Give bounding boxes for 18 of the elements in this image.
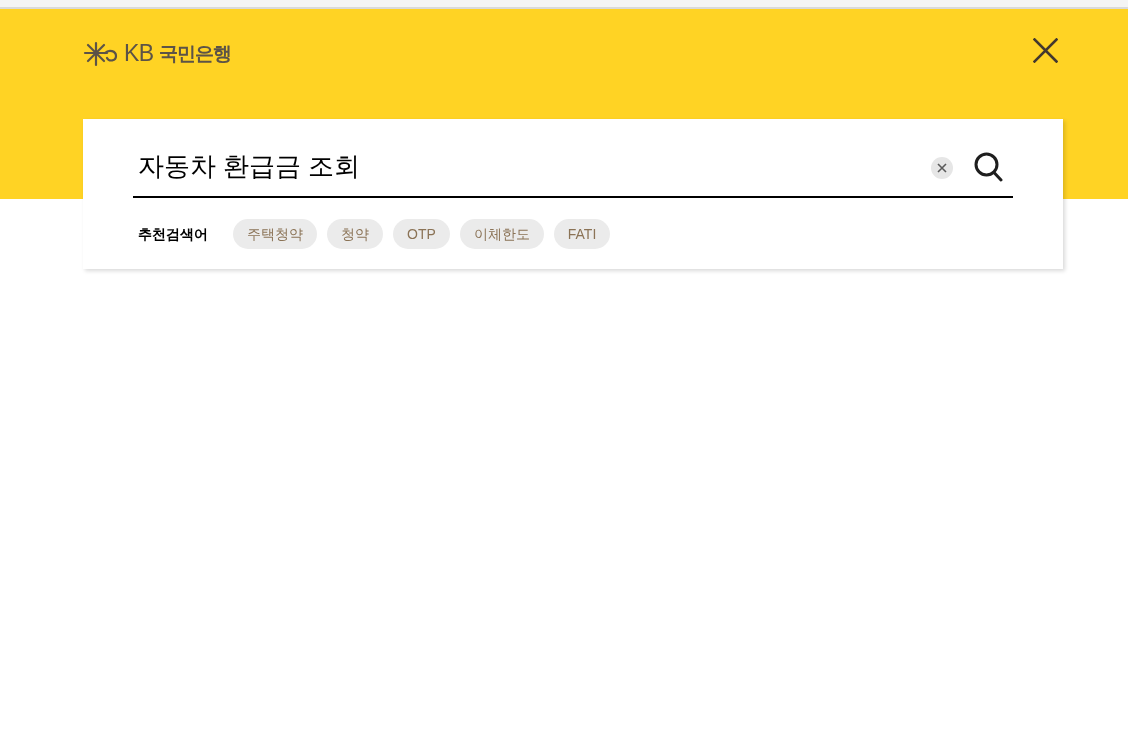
- logo-abbreviation: KB: [124, 42, 154, 65]
- clear-button[interactable]: [931, 156, 953, 179]
- logo-link[interactable]: KB 국민은행: [83, 40, 231, 67]
- search-icon: [973, 151, 1003, 182]
- search-button[interactable]: [973, 151, 1003, 182]
- star-logo-icon: [83, 41, 119, 67]
- keyword-chip[interactable]: OTP: [393, 219, 450, 249]
- clear-icon: [937, 162, 947, 173]
- keyword-chip[interactable]: FATI: [553, 219, 611, 249]
- close-icon: [1032, 37, 1058, 63]
- search-field[interactable]: 자동차 환급금 조회: [133, 141, 921, 192]
- keyword-chip[interactable]: 이체한도: [459, 219, 544, 249]
- keyword-chip[interactable]: 주택청약: [233, 219, 317, 249]
- recommended-keywords-label: 추천검색어: [138, 224, 209, 244]
- close-button[interactable]: [1030, 35, 1060, 65]
- logo-bank-name: 국민은행: [158, 44, 231, 63]
- keyword-chip[interactable]: 청약: [327, 219, 383, 249]
- search-box[interactable]: 자동차 환급금 조회: [133, 137, 1013, 198]
